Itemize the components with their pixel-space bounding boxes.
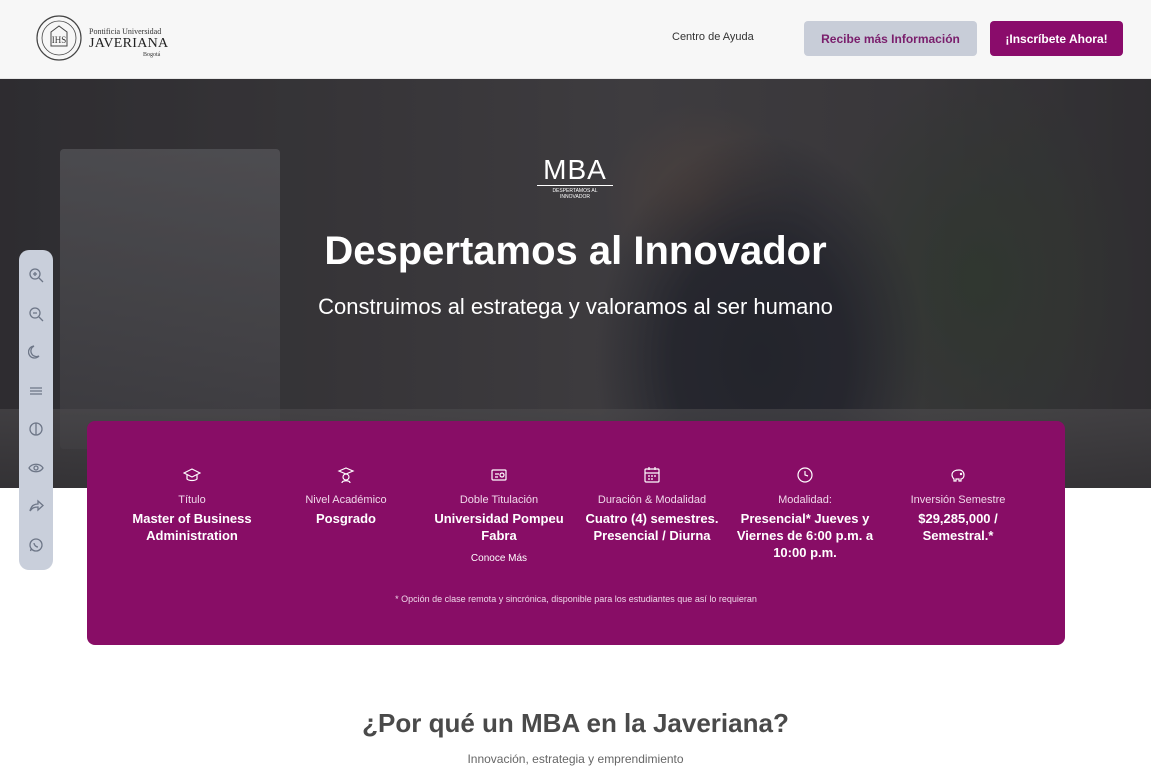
help-center-link[interactable]: Centro de Ayuda	[672, 31, 754, 43]
clock-icon	[796, 466, 814, 484]
zoom-in-icon	[29, 268, 44, 283]
learn-more-link[interactable]: Conoce Más	[424, 553, 574, 564]
text-lines-icon	[30, 387, 42, 395]
program-info-card: Título Master of Business Administration…	[87, 421, 1065, 645]
accessibility-toolbar	[19, 250, 53, 570]
double-degree-icon	[490, 466, 508, 484]
card-item-label: Duración & Modalidad	[597, 494, 707, 506]
zoom-out-icon	[29, 307, 44, 322]
card-item-label: Título	[178, 494, 206, 506]
hero-subtitle: Construimos al estratega y valoramos al …	[318, 294, 833, 319]
university-logo[interactable]: IHS Pontificia Universidad JAVERIANA Bog…	[33, 12, 168, 66]
card-item-value: Presencial* Jueves y Viernes de 6:00 p.m…	[736, 511, 874, 560]
card-footnote: * Opción de clase remota y sincrónica, d…	[395, 594, 757, 604]
card-item-value: $29,285,000 / Semestral.*	[918, 511, 998, 543]
hero-title: Despertamos al Innovador	[324, 229, 827, 273]
card-item-value: Master of Business Administration	[132, 511, 252, 543]
section-title: ¿Por qué un MBA en la Javeriana?	[362, 708, 789, 738]
card-item-duration: Duración & Modalidad Cuatro (4) semestre…	[577, 466, 727, 544]
dark-mode-button[interactable]	[19, 337, 53, 367]
card-item-double-degree: Doble Titulación Universidad Pompeu Fabr…	[424, 466, 574, 564]
card-item-label: Modalidad:	[778, 494, 832, 506]
card-item-value: Universidad Pompeu Fabra	[434, 511, 564, 543]
card-item-title: Título Master of Business Administration	[117, 466, 267, 544]
contrast-icon	[29, 422, 43, 436]
card-item-value: Posgrado	[316, 511, 376, 526]
card-item-value: Cuatro (4) semestres. Presencial / Diurn…	[585, 511, 719, 543]
whatsapp-icon	[29, 538, 43, 552]
academic-level-icon	[337, 466, 355, 484]
logo-line-2: JAVERIANA	[89, 36, 169, 51]
piggy-bank-icon	[949, 466, 967, 484]
whatsapp-button[interactable]	[19, 530, 53, 560]
request-info-button[interactable]: Recibe más Información	[804, 21, 977, 56]
zoom-in-button[interactable]	[19, 260, 53, 290]
card-item-label: Nivel Académico	[305, 494, 387, 506]
contrast-button[interactable]	[19, 414, 53, 444]
logo-line-1: Pontificia Universidad	[89, 27, 162, 36]
mba-logo-text: MBA	[543, 154, 607, 185]
logo-line-3: Bogotá	[143, 52, 161, 58]
section-subtitle: Innovación, estrategia y emprendimiento	[467, 752, 684, 766]
svg-text:IHS: IHS	[52, 35, 67, 45]
moon-icon	[28, 345, 40, 359]
apply-now-button[interactable]: ¡Inscríbete Ahora!	[990, 21, 1123, 56]
card-item-level: Nivel Académico Posgrado	[271, 466, 421, 527]
share-button[interactable]	[19, 491, 53, 521]
share-icon	[29, 499, 44, 512]
site-header: IHS Pontificia Universidad JAVERIANA Bog…	[0, 0, 1151, 79]
text-spacing-button[interactable]	[19, 376, 53, 406]
eye-icon	[28, 463, 44, 473]
university-seal-icon: IHS	[36, 15, 82, 61]
calendar-icon	[643, 466, 661, 484]
graduation-cap-icon	[182, 466, 202, 484]
card-item-label: Inversión Semestre	[910, 494, 1006, 506]
card-item-investment: Inversión Semestre $29,285,000 / Semestr…	[883, 466, 1033, 544]
visibility-button[interactable]	[19, 453, 53, 483]
mba-logo: MBA DESPERTAMOS AL INNOVADOR	[537, 155, 613, 200]
mba-logo-tagline: DESPERTAMOS AL INNOVADOR	[537, 185, 613, 200]
card-item-schedule: Modalidad: Presencial* Jueves y Viernes …	[730, 466, 880, 561]
card-item-label: Doble Titulación	[459, 494, 539, 506]
zoom-out-button[interactable]	[19, 299, 53, 329]
